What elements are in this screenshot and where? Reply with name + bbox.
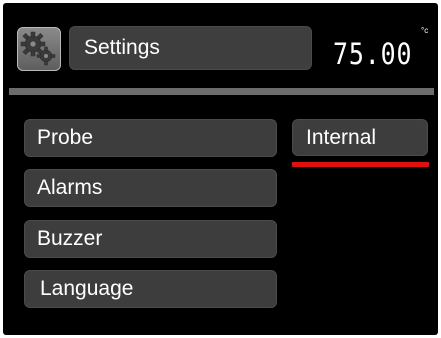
gears-icon[interactable] [17,27,61,71]
device-screen: Settings 75.00 °c Probe Alarms Buzzer La… [3,3,438,335]
temperature-value: 75.00 [333,37,413,71]
menu-item-language[interactable]: Language [24,270,277,308]
menu-item-probe[interactable]: Probe [24,119,277,157]
menu-item-alarms[interactable]: Alarms [24,169,277,207]
menu-item-buzzer[interactable]: Buzzer [24,220,277,258]
page-title: Settings [69,26,312,70]
temperature-readout: 75.00 °c [321,25,431,73]
probe-option-internal[interactable]: Internal [292,119,428,156]
gears-icon-graphic [20,31,56,66]
selected-underline [292,162,429,167]
temperature-unit: °c [421,26,429,35]
header-divider [9,88,434,95]
